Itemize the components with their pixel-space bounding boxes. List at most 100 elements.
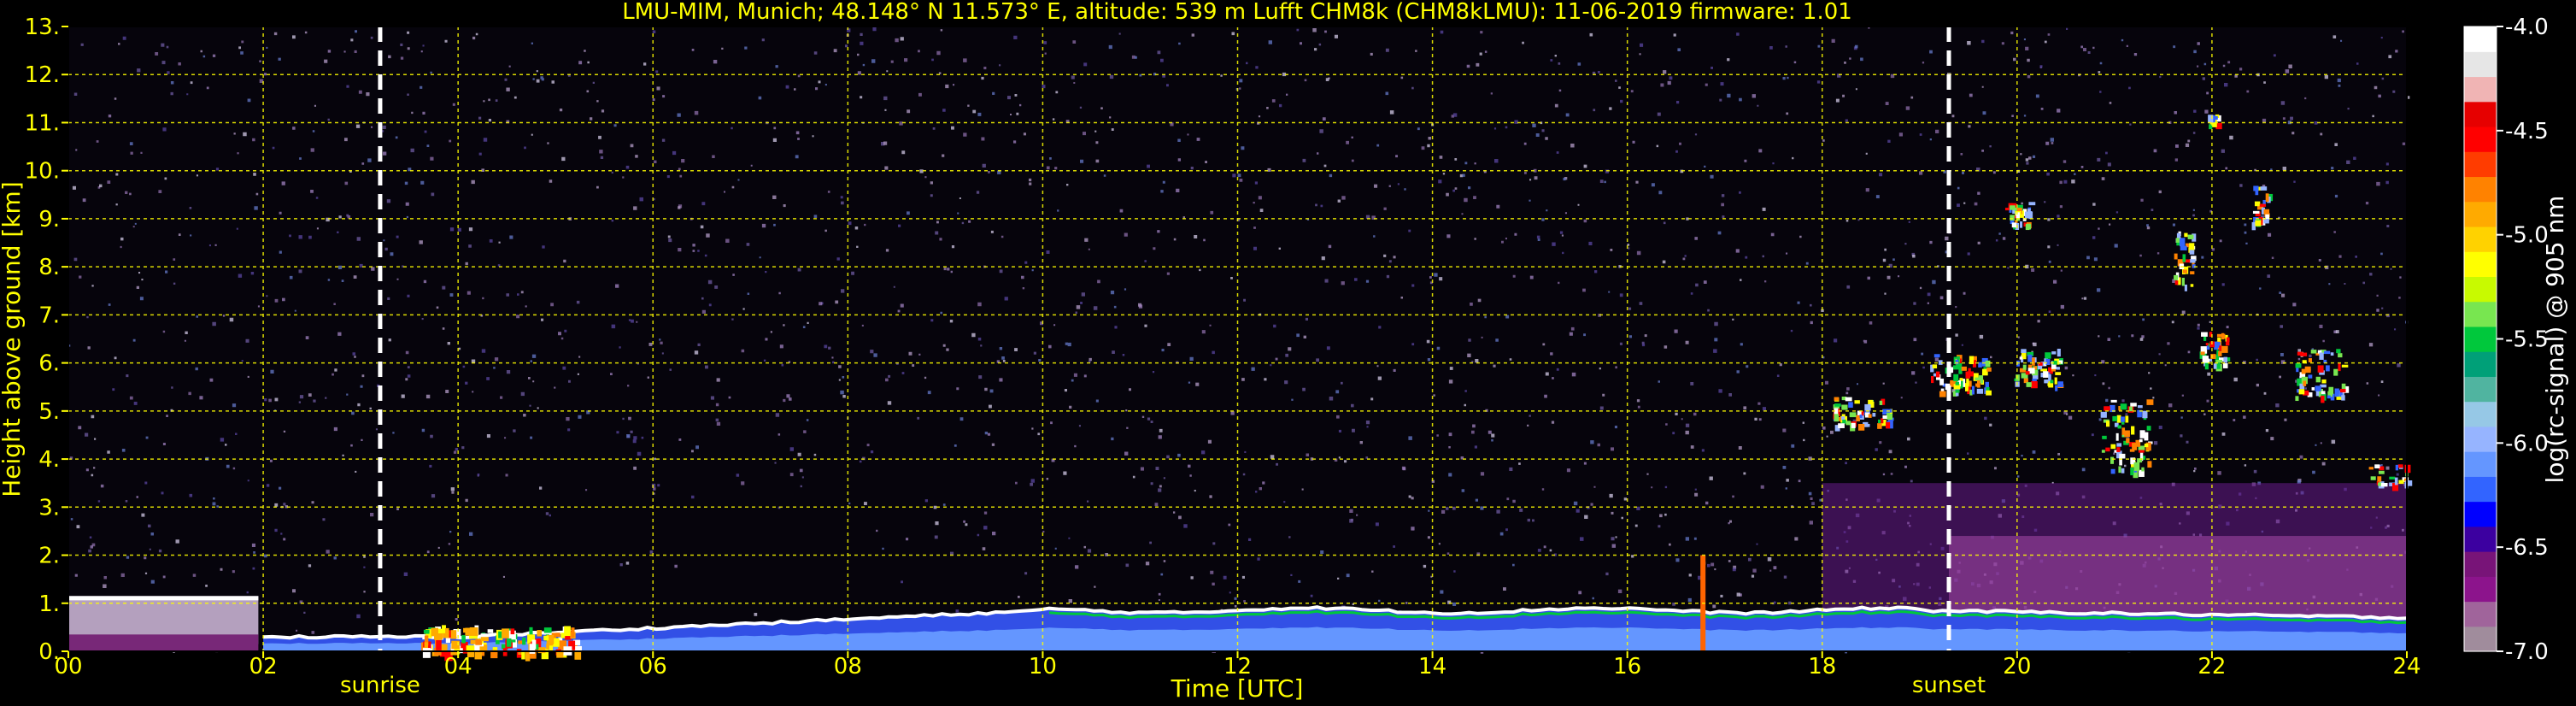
cloud-cell	[2045, 353, 2049, 359]
colorbar-segment	[2464, 176, 2497, 203]
y-tick-label: 4.	[38, 447, 60, 473]
colorbar-segment	[2464, 226, 2497, 252]
cloud-cell	[1857, 423, 1865, 431]
colorbar-tick-label: -4.0	[2505, 15, 2549, 40]
cloud-cell	[1986, 390, 1992, 396]
cloud-cell	[2394, 477, 2398, 485]
colorbar	[2463, 26, 2497, 652]
colorbar-segment	[2464, 151, 2497, 178]
cloud-cell	[2147, 461, 2152, 468]
cloud-cell	[2182, 269, 2187, 274]
cloud-cell	[1859, 415, 1863, 418]
low-cloud-patch	[487, 629, 494, 633]
y-tick-label: 6.	[38, 351, 60, 377]
cloud-cell	[2263, 218, 2269, 224]
cloud-cell	[2054, 377, 2057, 385]
colorbar-segment	[2464, 526, 2497, 552]
cloud-cell	[2321, 391, 2326, 395]
low-cloud-patch	[537, 638, 542, 644]
cloud-cell	[2019, 356, 2023, 360]
low-cloud-patch	[474, 650, 482, 660]
cloud-cell	[1976, 379, 1980, 388]
cloud-cell	[2112, 415, 2118, 421]
cloud-cell	[1975, 377, 1980, 380]
cloud-cell	[2319, 352, 2324, 360]
low-cloud-patch	[502, 628, 509, 638]
cloud-cell	[1872, 413, 1876, 417]
cloud-cell	[1968, 368, 1971, 372]
y-tick-label: 13.	[25, 15, 60, 40]
cloud-cell	[2144, 432, 2149, 441]
cloud-cell	[2142, 410, 2148, 419]
cloud-cell	[2339, 388, 2346, 393]
colorbar-segment	[2464, 251, 2497, 277]
low-cloud-patch	[560, 632, 566, 638]
cloud-cell	[2129, 406, 2133, 412]
cloud-cell	[1864, 403, 1871, 411]
y-tick-label: 10.	[25, 159, 60, 185]
cloud-cell	[2327, 395, 2331, 399]
colorbar-segment	[2464, 551, 2497, 577]
cloud-cell	[2315, 376, 2321, 383]
cloud-cell	[2124, 430, 2130, 438]
cloud-cell	[2144, 443, 2149, 448]
low-cloud-patch	[436, 639, 442, 650]
cloud-cell	[2101, 450, 2105, 453]
cloud-cell	[2215, 115, 2218, 120]
cloud-cell	[2221, 333, 2226, 339]
cloud-cell	[2395, 464, 2399, 471]
y-tick-label: 8.	[38, 255, 60, 280]
cloud-cell	[2323, 350, 2331, 355]
cloud-cell	[1834, 403, 1841, 407]
ceilometer-figure: LMU-MIM, Munich; 48.148° N 11.573° E, al…	[0, 0, 2576, 706]
cloud-cell	[2216, 333, 2222, 338]
colorbar-segment	[2464, 126, 2497, 152]
cloud-cell	[2110, 399, 2117, 403]
cloud-cell	[2050, 379, 2054, 384]
cloud-cell	[1877, 423, 1882, 429]
colorbar-segment	[2464, 626, 2497, 652]
cloud-cell	[2174, 280, 2179, 285]
cloud-cell	[1879, 400, 1883, 405]
cloud-cell	[1882, 415, 1887, 420]
cloud-cell	[2255, 189, 2259, 196]
cloud-cell	[2055, 385, 2058, 391]
cloud-cell	[2028, 211, 2033, 220]
cloud-cell	[1868, 414, 1872, 418]
low-cloud-patch	[422, 648, 431, 658]
low-cloud-patch	[431, 627, 439, 637]
cloud-cell	[2105, 421, 2110, 427]
cloud-cell	[1976, 388, 1984, 394]
colorbar-tick-label: -7.0	[2505, 639, 2549, 665]
cloud-cell	[1848, 402, 1853, 408]
cloud-cell	[2126, 438, 2130, 444]
y-tick-label: 12.	[25, 62, 60, 88]
colorbar-tick-label: -6.5	[2505, 535, 2549, 561]
cloud-cell	[1838, 423, 1845, 428]
colorbar-label: log(rc-signal) @ 905 nm	[2541, 196, 2569, 484]
cloud-cell	[2310, 350, 2317, 354]
cloud-cell	[1834, 414, 1840, 422]
cloud-cell	[2025, 211, 2029, 219]
cloud-cell	[2130, 468, 2134, 476]
cloud-cell	[2326, 365, 2330, 372]
low-cloud-patch	[461, 635, 466, 644]
cloud-cell	[2025, 371, 2030, 375]
low-cloud-patch	[469, 627, 478, 636]
cloud-cell	[2184, 284, 2187, 291]
cloud-cell	[1854, 400, 1860, 404]
cloud-cell	[1834, 397, 1840, 401]
colorbar-segment	[2464, 426, 2497, 452]
cloud-cell	[1878, 419, 1881, 424]
cloud-cell	[1955, 359, 1959, 365]
cloud-cell	[1952, 365, 1960, 370]
colorbar-segment	[2464, 376, 2497, 403]
cloud-cell	[2027, 354, 2033, 362]
cloud-cell	[1933, 354, 1940, 358]
cloud-cell	[2044, 379, 2049, 384]
y-tick-label: 1.	[38, 591, 60, 617]
cloud-cell	[1965, 371, 1971, 379]
cloud-cell	[2252, 210, 2260, 215]
cloud-cell	[1985, 360, 1991, 368]
cloud-cell	[2138, 450, 2145, 453]
